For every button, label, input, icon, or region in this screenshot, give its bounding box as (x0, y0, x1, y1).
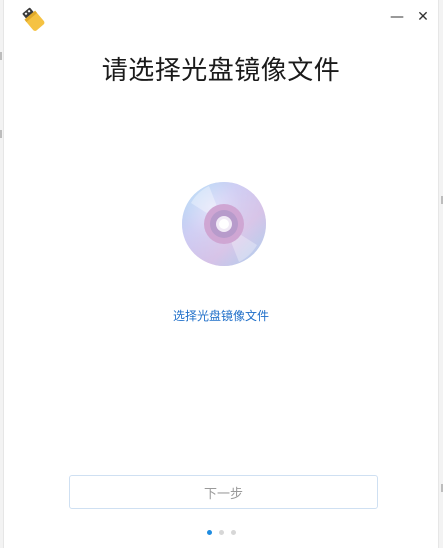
disc-icon (182, 182, 266, 266)
close-button[interactable]: ✕ (414, 8, 432, 26)
page-indicator (4, 530, 438, 535)
page-title: 请选择光盘镜像文件 (101, 56, 341, 86)
page-dot-3[interactable] (230, 530, 236, 535)
page-dot-1[interactable] (206, 530, 212, 535)
next-button[interactable]: 下一步 (69, 475, 378, 509)
usb-drive-icon (22, 7, 45, 31)
page-dot-2[interactable] (218, 530, 224, 535)
background-edge-mark (0, 52, 2, 60)
close-icon: ✕ (417, 9, 429, 25)
minimize-icon: — (390, 9, 404, 25)
next-button-label: 下一步 (203, 486, 243, 502)
wizard-window: — ✕ 请选择光盘镜像文件 选择光盘镜像文件 下一步 (3, 0, 439, 548)
minimize-button[interactable]: — (388, 8, 406, 26)
select-image-link[interactable]: 选择光盘镜像文件 (4, 307, 438, 324)
background-edge-mark (0, 130, 2, 138)
